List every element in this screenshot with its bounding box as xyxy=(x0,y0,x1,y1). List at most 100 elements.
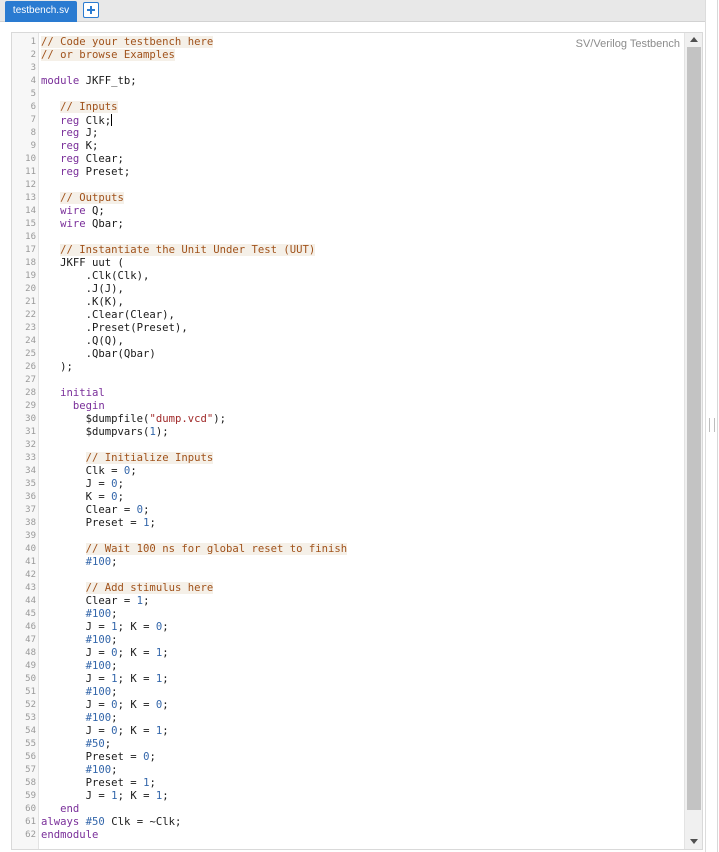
code-text[interactable]: J = 1; K = 1; xyxy=(41,790,169,803)
code-text[interactable]: #100; xyxy=(41,634,118,647)
code-line[interactable]: 12 xyxy=(12,179,682,192)
code-line[interactable]: 17 // Instantiate the Unit Under Test (U… xyxy=(12,244,682,257)
code-line[interactable]: 13 // Outputs xyxy=(12,192,682,205)
code-line[interactable]: 44 Clear = 1; xyxy=(12,595,682,608)
code-text[interactable]: J = 0; xyxy=(41,478,124,491)
code-line[interactable]: 39 xyxy=(12,530,682,543)
code-text[interactable]: module JKFF_tb; xyxy=(41,75,137,88)
code-text[interactable]: J = 0; K = 1; xyxy=(41,725,169,738)
code-line[interactable]: 43 // Add stimulus here xyxy=(12,582,682,595)
code-line[interactable]: 62 endmodule xyxy=(12,829,682,842)
code-line[interactable]: 14 wire Q; xyxy=(12,205,682,218)
code-text[interactable]: #100; xyxy=(41,608,118,621)
code-line[interactable]: 28 initial xyxy=(12,387,682,400)
code-text[interactable]: // Instantiate the Unit Under Test (UUT) xyxy=(41,244,316,257)
scroll-down-icon[interactable] xyxy=(685,835,702,849)
code-line[interactable]: 40 // Wait 100 ns for global reset to fi… xyxy=(12,543,682,556)
code-line[interactable]: 59 J = 1; K = 1; xyxy=(12,790,682,803)
code-line[interactable]: 42 xyxy=(12,569,682,582)
code-text[interactable]: #50; xyxy=(41,738,112,751)
code-line[interactable]: 29 begin xyxy=(12,400,682,413)
code-line[interactable]: 20 .J(J), xyxy=(12,283,682,296)
code-line[interactable]: 47 #100; xyxy=(12,634,682,647)
pane-splitter[interactable] xyxy=(705,0,719,852)
code-text[interactable]: // Inputs xyxy=(41,101,118,114)
code-text[interactable]: begin xyxy=(41,400,105,413)
code-text[interactable]: // Add stimulus here xyxy=(41,582,214,595)
code-text[interactable]: Clear = 0; xyxy=(41,504,150,517)
code-text[interactable]: wire Qbar; xyxy=(41,218,124,231)
code-text[interactable]: .Q(Q), xyxy=(41,335,124,348)
code-line[interactable]: 38 Preset = 1; xyxy=(12,517,682,530)
code-text[interactable]: #100; xyxy=(41,764,118,777)
code-text[interactable]: end xyxy=(41,803,79,816)
code-line[interactable]: 46 J = 1; K = 0; xyxy=(12,621,682,634)
code-text[interactable]: J = 0; K = 1; xyxy=(41,647,169,660)
vertical-scrollbar[interactable] xyxy=(684,33,702,849)
code-text[interactable]: reg Clear; xyxy=(41,153,124,166)
code-text[interactable]: .K(K), xyxy=(41,296,124,309)
code-line[interactable]: 15 wire Qbar; xyxy=(12,218,682,231)
code-line[interactable]: 23 .Preset(Preset), xyxy=(12,322,682,335)
code-line[interactable]: 8 reg J; xyxy=(12,127,682,140)
code-line[interactable]: 50 J = 1; K = 1; xyxy=(12,673,682,686)
code-text[interactable]: // Wait 100 ns for global reset to finis… xyxy=(41,543,348,556)
code-line[interactable]: 32 xyxy=(12,439,682,452)
code-text[interactable]: endmodule xyxy=(41,829,98,842)
code-text[interactable]: ); xyxy=(41,361,73,374)
code-line[interactable]: 52 J = 0; K = 0; xyxy=(12,699,682,712)
code-line[interactable]: 36 K = 0; xyxy=(12,491,682,504)
code-line[interactable]: 57 #100; xyxy=(12,764,682,777)
code-text[interactable]: $dumpvars(1); xyxy=(41,426,169,439)
code-text[interactable]: always #50 Clk = ~Clk; xyxy=(41,816,181,829)
code-line[interactable]: 21 .K(K), xyxy=(12,296,682,309)
code-line[interactable]: 55 #50; xyxy=(12,738,682,751)
code-text[interactable]: // Initialize Inputs xyxy=(41,452,214,465)
code-line[interactable]: 61 always #50 Clk = ~Clk; xyxy=(12,816,682,829)
code-lines[interactable]: 1 // Code your testbench here 2 // or brows… xyxy=(12,36,682,842)
code-text[interactable]: $dumpfile("dump.vcd"); xyxy=(41,413,226,426)
code-line[interactable]: 3 xyxy=(12,62,682,75)
code-text[interactable]: .Clk(Clk), xyxy=(41,270,150,283)
code-text[interactable]: // or browse Examples xyxy=(41,49,175,62)
code-text[interactable]: .Qbar(Qbar) xyxy=(41,348,156,361)
code-line[interactable]: 51 #100; xyxy=(12,686,682,699)
code-line[interactable]: 53 #100; xyxy=(12,712,682,725)
code-line[interactable]: 56 Preset = 0; xyxy=(12,751,682,764)
code-text[interactable]: #100; xyxy=(41,660,118,673)
code-text[interactable]: // Code your testbench here xyxy=(41,36,214,49)
code-text[interactable]: Preset = 0; xyxy=(41,751,156,764)
code-text[interactable]: JKFF uut ( xyxy=(41,257,124,270)
code-line[interactable]: 49 #100; xyxy=(12,660,682,673)
code-line[interactable]: 48 J = 0; K = 1; xyxy=(12,647,682,660)
code-line[interactable]: 41 #100; xyxy=(12,556,682,569)
code-line[interactable]: 37 Clear = 0; xyxy=(12,504,682,517)
code-line[interactable]: 45 #100; xyxy=(12,608,682,621)
code-line[interactable]: 25 .Qbar(Qbar) xyxy=(12,348,682,361)
code-line[interactable]: 9 reg K; xyxy=(12,140,682,153)
code-line[interactable]: 6 // Inputs xyxy=(12,101,682,114)
code-text[interactable]: reg J; xyxy=(41,127,98,140)
code-text[interactable]: K = 0; xyxy=(41,491,124,504)
scroll-up-icon[interactable] xyxy=(685,33,702,47)
code-editor[interactable]: 1 // Code your testbench here 2 // or brows… xyxy=(11,32,703,850)
code-line[interactable]: 26 ); xyxy=(12,361,682,374)
code-line[interactable]: 22 .Clear(Clear), xyxy=(12,309,682,322)
code-line[interactable]: 11 reg Preset; xyxy=(12,166,682,179)
code-line[interactable]: 58 Preset = 1; xyxy=(12,777,682,790)
code-line[interactable]: 16 xyxy=(12,231,682,244)
code-line[interactable]: 60 end xyxy=(12,803,682,816)
code-text[interactable]: J = 1; K = 1; xyxy=(41,673,169,686)
code-text[interactable]: reg Clk; xyxy=(41,114,113,128)
code-line[interactable]: 54 J = 0; K = 1; xyxy=(12,725,682,738)
code-text[interactable]: Preset = 1; xyxy=(41,517,156,530)
code-text[interactable]: #100; xyxy=(41,686,118,699)
code-text[interactable]: #100; xyxy=(41,712,118,725)
code-text[interactable]: .J(J), xyxy=(41,283,124,296)
code-line[interactable]: 31 $dumpvars(1); xyxy=(12,426,682,439)
code-line[interactable]: 19 .Clk(Clk), xyxy=(12,270,682,283)
code-text[interactable]: // Outputs xyxy=(41,192,124,205)
code-line[interactable]: 18 JKFF uut ( xyxy=(12,257,682,270)
code-line[interactable]: 10 reg Clear; xyxy=(12,153,682,166)
code-text[interactable]: .Preset(Preset), xyxy=(41,322,188,335)
